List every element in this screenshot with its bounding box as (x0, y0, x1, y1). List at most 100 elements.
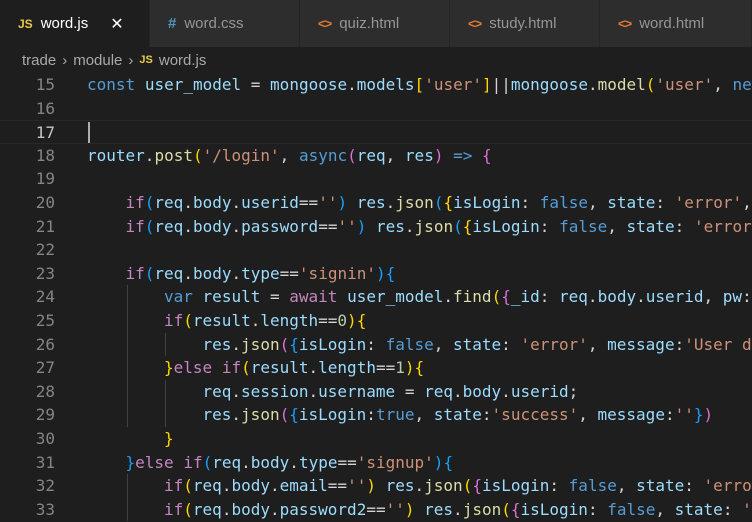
code-token: : (549, 476, 569, 496)
code-token: == (327, 476, 348, 496)
code-token: 'signup' (356, 452, 434, 472)
line-number: 18 (35, 145, 55, 165)
tab-word-html[interactable]: <> word.html (600, 0, 752, 47)
code-token: = (241, 75, 271, 94)
code-token: state (607, 193, 656, 212)
code-line[interactable]: 23 if(req.body.type=='signin'){ (0, 262, 752, 286)
code-token: , (703, 287, 723, 307)
code-line[interactable]: 30} (0, 427, 752, 451)
tab-label: quiz.html (339, 15, 400, 32)
code-token: false (607, 499, 656, 519)
code-token: , (587, 193, 608, 212)
breadcrumb-file[interactable]: word.js (159, 52, 207, 69)
code-line[interactable]: 28 req.session.username = req.body.userid… (0, 380, 752, 404)
code-line[interactable]: 26 res.json({isLogin: false, state: 'erro… (0, 333, 752, 357)
code-editor[interactable]: 15 const user_model = mongoose.models['us… (0, 73, 752, 522)
code-line[interactable]: 21 if(req.body.password=='') res.json({is… (0, 215, 752, 239)
code-token: . (269, 476, 280, 496)
tab-word-js[interactable]: JS word.js ✕ (0, 0, 150, 47)
code-token: req (192, 499, 222, 519)
code-line[interactable]: 29 res.json({isLogin:true, state:'success… (0, 403, 752, 427)
code-token: , (279, 145, 299, 165)
code-token: body (231, 499, 270, 519)
code-token: ( (433, 193, 444, 212)
code-line[interactable]: 18 router.post('/login', async(req, res) … (0, 144, 752, 168)
code-text: req.session.username = req.body.userid; (203, 380, 579, 404)
code-token: . (231, 405, 242, 425)
close-icon[interactable]: ✕ (110, 14, 123, 34)
code-token: body (192, 216, 232, 236)
breadcrumb-folder-module[interactable]: module (73, 52, 122, 69)
code-token: if (164, 311, 184, 330)
code-line[interactable]: 20 if(req.body.userid=='') res.json({isLo… (0, 191, 752, 215)
code-token: find (453, 287, 492, 307)
code-line[interactable]: 19 (0, 167, 752, 191)
line-number: 20 (35, 193, 55, 212)
code-token: : (742, 287, 752, 307)
code-line[interactable]: 22 (0, 238, 752, 262)
code-line[interactable]: 27 }else if(result.length==1){ (0, 356, 752, 380)
code-line[interactable]: 24 var result = await user_model.find({_i… (0, 285, 752, 309)
code-token: 'e (742, 499, 752, 519)
code-token: . (587, 75, 598, 94)
code-token: json (241, 334, 280, 354)
line-number: 27 (35, 358, 55, 378)
code-token: isLogin (472, 216, 540, 236)
code-token: . (501, 381, 511, 401)
code-token: state (453, 334, 502, 354)
code-token: isLogin (520, 499, 588, 519)
code-text: }else if(result.length==1){ (164, 356, 424, 380)
code-token: : (539, 287, 560, 307)
code-token: ) (375, 263, 386, 283)
code-token: json (424, 476, 463, 496)
code-line[interactable]: 32 if(req.body.email=='') res.json({isLog… (0, 474, 752, 498)
code-token: length (260, 311, 319, 330)
tab-word-css[interactable]: # word.css (150, 0, 300, 47)
code-token: ( (279, 405, 290, 425)
code-token: : (674, 334, 685, 354)
code-token: ( (347, 145, 357, 165)
code-token: body (462, 381, 502, 401)
code-token: '' (347, 476, 367, 496)
code-token: . (385, 193, 396, 212)
code-token: 'user' (424, 75, 482, 94)
code-token: post (154, 145, 193, 165)
tab-label: word.js (40, 15, 89, 32)
code-token: json (395, 193, 434, 212)
code-line[interactable]: 33 if(req.body.password2=='') res.json({i… (0, 498, 752, 522)
html-icon: <> (618, 16, 632, 31)
breadcrumb-folder-trade[interactable]: trade (22, 52, 56, 69)
code-token: 'signin' (298, 263, 376, 283)
code-token: res (385, 476, 415, 496)
code-text: router.post('/login', async(req, res) =>… (87, 144, 492, 168)
code-token: ( (202, 452, 213, 472)
code-text: if(req.body.password=='') res.json({isLo… (126, 215, 752, 239)
code-token: == (318, 216, 338, 236)
code-token: . (453, 381, 463, 401)
line-number: 25 (35, 311, 55, 330)
code-token: . (308, 358, 319, 378)
code-token: ) (347, 311, 357, 330)
code-line[interactable]: 25 if(result.length==0){ (0, 309, 752, 333)
tab-study-html[interactable]: <> study.html (450, 0, 600, 47)
code-token: 1 (395, 358, 405, 378)
code-token: ) (366, 476, 376, 496)
line-number: 15 (35, 75, 55, 94)
code-line[interactable]: 17 (0, 120, 752, 144)
code-token: if (164, 499, 184, 519)
code-token: body (192, 263, 232, 283)
code-line[interactable]: 16 (0, 97, 752, 121)
code-token: => (453, 145, 473, 165)
code-token: . (269, 499, 280, 519)
code-token: pw (722, 287, 743, 307)
code-token: 'error (693, 216, 752, 236)
code-token: . (347, 75, 357, 94)
code-token: : (674, 216, 694, 236)
tab-quiz-html[interactable]: <> quiz.html (300, 0, 450, 47)
code-line[interactable]: 15 const user_model = mongoose.models['us… (0, 73, 752, 97)
code-line[interactable]: 31}else if(req.body.type=='signup'){ (0, 451, 752, 475)
